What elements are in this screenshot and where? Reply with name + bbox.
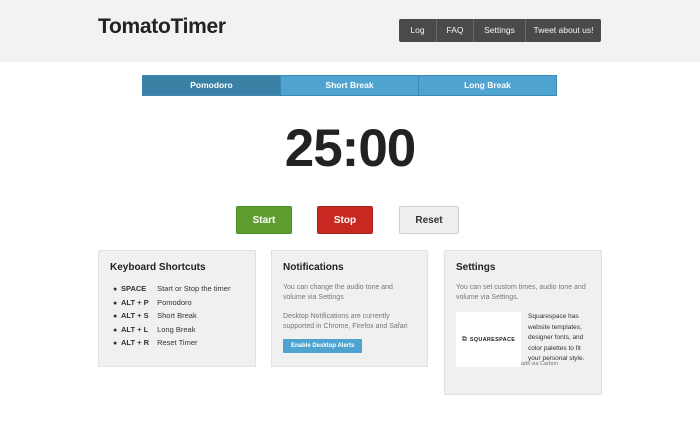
carbon-ad[interactable]: ⧉ SQUARESPACE Squarespace has website te… xyxy=(456,312,590,367)
bullet-icon: ● xyxy=(113,340,118,347)
timer-display: 25:00 xyxy=(284,119,417,178)
ad-image[interactable]: ⧉ SQUARESPACE xyxy=(456,312,521,367)
site-logo[interactable]: TomatoTimer xyxy=(98,15,226,39)
shortcut-key: ALT + R xyxy=(121,338,149,347)
notifications-title: Notifications xyxy=(283,262,344,273)
notifications-audio-text: You can change the audio tone and volume… xyxy=(283,284,393,301)
reset-button[interactable]: Reset xyxy=(399,206,459,234)
shortcut-action: Long Break xyxy=(157,324,196,334)
keyboard-shortcuts-panel: Keyboard Shortcuts ● SPACE Start or Stop … xyxy=(98,250,256,367)
shortcut-item: ● ALT + L Long Break xyxy=(110,324,244,338)
mode-tabs: Pomodoro Short Break Long Break xyxy=(142,75,557,96)
stop-button[interactable]: Stop xyxy=(317,206,373,234)
site-header: TomatoTimer Log FAQ Settings Tweet about… xyxy=(0,0,700,62)
tab-long-break[interactable]: Long Break xyxy=(418,76,556,95)
shortcut-item: ● ALT + S Short Break xyxy=(110,310,244,324)
nav-faq[interactable]: FAQ xyxy=(436,19,473,42)
shortcut-item: ● ALT + R Reset Timer xyxy=(110,337,244,351)
shortcut-key: SPACE xyxy=(121,284,147,293)
shortcut-list: ● SPACE Start or Stop the timer ● ALT + P … xyxy=(110,283,244,351)
top-nav: Log FAQ Settings Tweet about us! xyxy=(399,19,601,42)
shortcut-key: ALT + S xyxy=(121,311,149,320)
nav-log[interactable]: Log xyxy=(399,19,436,42)
start-button[interactable]: Start xyxy=(236,206,292,234)
tab-short-break[interactable]: Short Break xyxy=(280,76,418,95)
shortcut-key: ALT + P xyxy=(121,297,149,307)
shortcuts-title: Keyboard Shortcuts xyxy=(110,262,206,273)
shortcut-action: Start or Stop the timer xyxy=(157,284,231,293)
shortcut-item: ● ALT + P Pomodoro xyxy=(110,297,244,311)
settings-panel: Settings You can set custom times, audio… xyxy=(444,250,602,395)
settings-title: Settings xyxy=(456,262,496,273)
shortcut-key: ALT + L xyxy=(121,324,149,334)
bullet-icon: ● xyxy=(113,326,118,334)
bullet-icon: ● xyxy=(113,299,118,307)
nav-tweet[interactable]: Tweet about us! xyxy=(525,19,601,42)
bullet-icon: ● xyxy=(113,313,118,320)
notifications-panel: Notifications You can change the audio t… xyxy=(271,250,428,367)
enable-desktop-alerts-button[interactable]: Enable Desktop Alerts xyxy=(283,339,363,353)
ad-brand-text: SQUARESPACE xyxy=(469,336,516,343)
tab-pomodoro[interactable]: Pomodoro xyxy=(143,76,280,95)
bullet-icon: ● xyxy=(113,286,118,293)
shortcut-action: Short Break xyxy=(157,311,197,320)
settings-text: You can set custom times, audio tone and… xyxy=(456,284,586,301)
shortcut-action: Pomodoro xyxy=(157,297,192,307)
notifications-support-text: Desktop Notifications are currently supp… xyxy=(283,313,408,330)
squarespace-logo-icon: ⧉ xyxy=(461,335,467,343)
ad-copy[interactable]: Squarespace has website templates, desig… xyxy=(528,312,590,365)
nav-settings[interactable]: Settings xyxy=(473,19,525,42)
shortcut-item: ● SPACE Start or Stop the timer xyxy=(110,283,244,297)
shortcut-action: Reset Timer xyxy=(157,338,198,347)
